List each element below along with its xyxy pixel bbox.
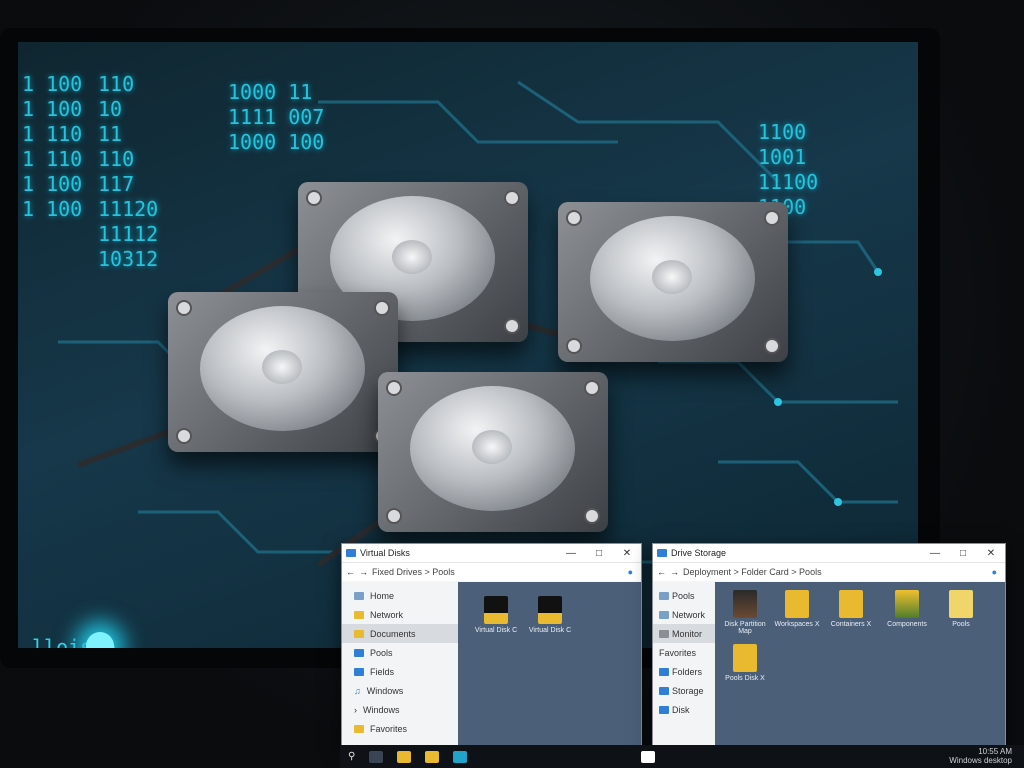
hard-drive	[168, 292, 398, 452]
folder-icon	[659, 591, 669, 600]
drive-file-icon	[484, 596, 508, 624]
file-view: Disk Partition Map Workspaces X Containe…	[715, 582, 1005, 746]
nav-item[interactable]: Pools	[342, 643, 458, 662]
window-titlebar[interactable]: Virtual Disks — □ ✕	[342, 544, 641, 562]
nav-item[interactable]: Pools	[653, 586, 715, 605]
file-item[interactable]: Containers X	[825, 590, 877, 628]
file-view: Virtual Disk C Virtual Disk C	[458, 582, 641, 746]
window-titlebar[interactable]: Drive Storage — □ ✕	[653, 544, 1005, 562]
binary-column-left: 1 100 1 100 1 110 1 110 1 100 1 100	[22, 72, 83, 221]
music-icon: ♫	[354, 685, 361, 696]
forward-arrow-icon[interactable]: →	[670, 567, 679, 577]
nav-item[interactable]: Fields	[342, 662, 458, 681]
drive-file-icon	[538, 596, 562, 624]
binary-column-mid: 110 10 11 110 117 11120 11112 10312	[98, 72, 159, 271]
folder-icon	[354, 629, 364, 638]
close-icon[interactable]: ✕	[613, 548, 641, 559]
window-title: Virtual Disks	[360, 548, 410, 558]
maximize-icon[interactable]: □	[585, 548, 613, 559]
folder-icon	[659, 705, 669, 714]
monitor-icon	[659, 629, 669, 638]
address-bar[interactable]: ← → Deployment > Folder Card > Pools ●	[653, 562, 1005, 581]
folder-icon	[785, 590, 809, 618]
search-icon[interactable]: ●	[628, 567, 633, 577]
folder-icon	[949, 590, 973, 618]
app-icon[interactable]	[453, 750, 468, 763]
folder-icon	[354, 591, 364, 600]
explorer-window-virtual-disks[interactable]: Virtual Disks — □ ✕ ← → Fixed Drives > P…	[341, 543, 642, 747]
folder-icon	[659, 610, 669, 619]
navigation-pane: Pools Network Monitor Favorites Folders …	[653, 582, 715, 746]
path-text[interactable]: Deployment > Folder Card > Pools	[683, 567, 988, 577]
nav-item[interactable]: Network	[342, 605, 458, 624]
binary-column-top: 1000 11 1111 007 1000 100	[228, 80, 325, 154]
nav-item[interactable]: Disk	[653, 700, 715, 719]
forward-arrow-icon[interactable]: →	[359, 567, 368, 577]
image-file-icon	[895, 590, 919, 618]
nav-item-selected[interactable]: Documents	[342, 624, 458, 643]
maximize-icon[interactable]: □	[949, 548, 977, 559]
search-icon[interactable]: ●	[992, 567, 997, 577]
folder-icon	[839, 590, 863, 618]
minimize-icon[interactable]: —	[557, 548, 585, 559]
task-view-icon[interactable]	[369, 750, 384, 763]
nav-item[interactable]: Storage	[653, 681, 715, 700]
file-item[interactable]: Pools	[935, 590, 987, 628]
store-icon[interactable]	[641, 750, 656, 763]
folder-icon	[733, 644, 757, 672]
search-icon[interactable]: ⚲	[348, 751, 355, 762]
back-arrow-icon[interactable]: ←	[657, 567, 666, 577]
folder-icon[interactable]	[425, 750, 440, 763]
path-text[interactable]: Fixed Drives > Pools	[372, 567, 624, 577]
nav-item[interactable]: Network	[653, 605, 715, 624]
file-item[interactable]: Virtual Disk C	[524, 596, 576, 634]
folder-icon	[354, 667, 364, 676]
nav-item[interactable]: Favorites	[342, 719, 458, 738]
close-icon[interactable]: ✕	[977, 548, 1005, 559]
folder-icon	[659, 667, 669, 676]
file-item[interactable]: Workspaces X	[771, 590, 823, 628]
file-explorer-icon[interactable]	[397, 750, 412, 763]
nav-item[interactable]: Home	[342, 586, 458, 605]
app-icon	[346, 549, 356, 557]
folder-icon	[354, 724, 364, 733]
app-icon	[657, 549, 667, 557]
image-file-icon	[733, 590, 757, 618]
taskbar: ⚲ 10:55 AM Windows desktop	[340, 745, 1024, 768]
hard-drive	[558, 202, 788, 362]
folder-icon	[354, 610, 364, 619]
nav-item[interactable]: Folders	[653, 662, 715, 681]
clock-date: Windows desktop	[949, 756, 1012, 765]
photo-scene: 1 100 1 100 1 110 1 110 1 100 1 100 110 …	[0, 0, 1024, 768]
hard-drive	[378, 372, 608, 532]
chevron-right-icon: ›	[354, 704, 357, 715]
address-bar[interactable]: ← → Fixed Drives > Pools ●	[342, 562, 641, 581]
system-tray[interactable]: 10:55 AM Windows desktop	[949, 747, 1012, 765]
file-item[interactable]: Components	[881, 590, 933, 628]
navigation-pane: Home Network Documents Pools Fields ♫ Win…	[342, 582, 458, 746]
nav-item[interactable]: › Windows	[342, 700, 458, 719]
folder-icon	[659, 686, 669, 695]
nav-item[interactable]: ♫ Windows	[342, 681, 458, 700]
explorer-window-drive-storage[interactable]: Drive Storage — □ ✕ ← → Deployment > Fol…	[652, 543, 1006, 747]
clock-time: 10:55 AM	[978, 747, 1012, 756]
folder-icon	[354, 648, 364, 657]
file-item[interactable]: Disk Partition Map	[719, 590, 771, 635]
file-item[interactable]: Pools Disk X	[719, 644, 771, 682]
file-item[interactable]: Virtual Disk C	[470, 596, 522, 634]
minimize-icon[interactable]: —	[921, 548, 949, 559]
window-title: Drive Storage	[671, 548, 727, 558]
nav-item[interactable]: Favorites	[653, 643, 715, 662]
back-arrow-icon[interactable]: ←	[346, 567, 355, 577]
nav-item-selected[interactable]: Monitor	[653, 624, 715, 643]
